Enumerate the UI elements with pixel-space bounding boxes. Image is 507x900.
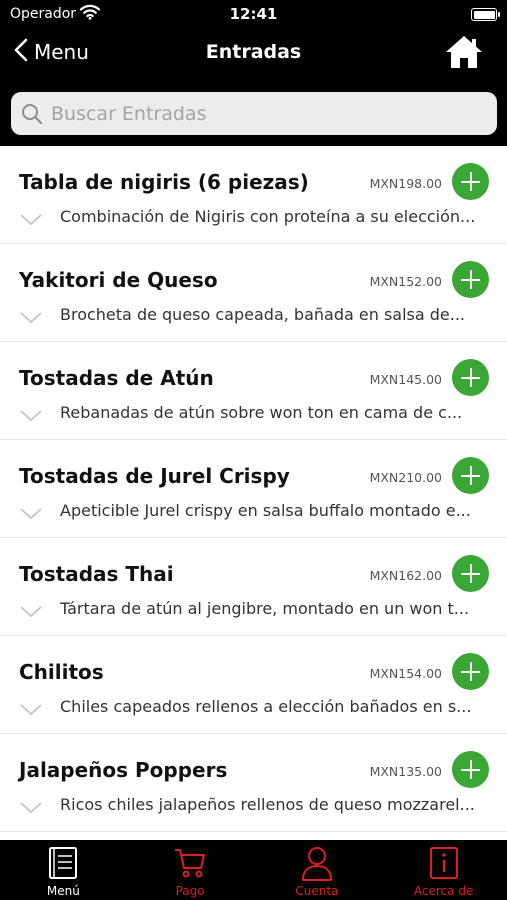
search-input[interactable] [49, 101, 483, 126]
item-price: MXN210.00 [369, 470, 442, 485]
add-to-cart-button[interactable] [452, 751, 489, 788]
item-name: Yakitori de Queso [19, 268, 218, 292]
battery-icon [471, 8, 500, 21]
info-icon [380, 846, 507, 880]
battery-fill [473, 10, 495, 19]
add-to-cart-button[interactable] [452, 555, 489, 592]
item-name: Tostadas Thai [19, 562, 174, 586]
chevron-down-icon[interactable] [20, 211, 42, 230]
item-price: MXN152.00 [369, 274, 442, 289]
item-price: MXN145.00 [369, 372, 442, 387]
item-name: Tostadas de Atún [19, 366, 214, 390]
item-description: Tártara de atún al jengibre, montado en … [60, 599, 470, 618]
menu-book-icon [0, 846, 127, 880]
chevron-down-icon[interactable] [20, 407, 42, 426]
tab-label: Cuenta [295, 884, 339, 898]
tab-menu[interactable]: Menú [0, 840, 127, 900]
cart-icon [127, 846, 254, 880]
menu-item[interactable]: Tostadas Thai MXN162.00 Tártara de atún … [0, 538, 507, 636]
home-button[interactable] [445, 34, 483, 74]
tab-label: Menú [46, 884, 80, 898]
menu-item[interactable]: Tabla de nigiris (6 piezas) MXN198.00 Co… [0, 146, 507, 244]
chevron-down-icon[interactable] [20, 309, 42, 328]
item-price: MXN162.00 [369, 568, 442, 583]
item-price: MXN135.00 [369, 764, 442, 779]
add-to-cart-button[interactable] [452, 359, 489, 396]
search-container [0, 80, 507, 146]
tab-label: Acerca de [413, 884, 474, 898]
back-button[interactable]: Menu [14, 38, 89, 66]
item-price: MXN154.00 [369, 666, 442, 681]
chevron-down-icon[interactable] [20, 799, 42, 818]
add-to-cart-button[interactable] [452, 163, 489, 200]
menu-item[interactable]: Tostadas de Jurel Crispy MXN210.00 Apeti… [0, 440, 507, 538]
item-name: Chilitos [19, 660, 104, 684]
chevron-down-icon[interactable] [20, 603, 42, 622]
chevron-left-icon [14, 38, 28, 66]
chevron-down-icon[interactable] [20, 505, 42, 524]
tab-bar: Menú Pago Cuenta Acerca de [0, 840, 507, 900]
status-bar: Operador 12:41 [0, 0, 507, 30]
navigation-bar: Menu Entradas [0, 30, 507, 80]
user-icon [254, 846, 381, 882]
item-description: Apeticible Jurel crispy en salsa buffalo… [60, 501, 471, 520]
menu-item[interactable]: Chilitos MXN154.00 Chiles capeados relle… [0, 636, 507, 734]
clock: 12:41 [229, 5, 278, 23]
home-icon [446, 36, 482, 68]
menu-item-list: Tabla de nigiris (6 piezas) MXN198.00 Co… [0, 146, 507, 840]
chevron-down-icon[interactable] [20, 701, 42, 720]
item-name: Tostadas de Jurel Crispy [19, 464, 290, 488]
menu-item[interactable]: Yakitori de Queso MXN152.00 Brocheta de … [0, 244, 507, 342]
tab-cuenta[interactable]: Cuenta [254, 840, 381, 900]
add-to-cart-button[interactable] [452, 261, 489, 298]
search-icon [21, 103, 43, 125]
back-button-label: Menu [34, 40, 89, 64]
search-bar[interactable] [11, 92, 497, 135]
tab-acerca-de[interactable]: Acerca de [380, 840, 507, 900]
item-price: MXN198.00 [369, 176, 442, 191]
add-to-cart-button[interactable] [452, 653, 489, 690]
item-description: Combinación de Nigiris con proteína a su… [60, 207, 476, 226]
item-name: Tabla de nigiris (6 piezas) [19, 170, 309, 194]
menu-item[interactable]: Jalapeños Poppers MXN135.00 Ricos chiles… [0, 734, 507, 832]
item-description: Chiles capeados rellenos a elección baña… [60, 697, 472, 716]
tab-label: Pago [175, 884, 205, 898]
item-description: Brocheta de queso capeada, bañada en sal… [60, 305, 466, 324]
item-description: Ricos chiles jalapeños rellenos de queso… [60, 795, 475, 814]
tab-pago[interactable]: Pago [127, 840, 254, 900]
menu-item[interactable]: Tostadas de Atún MXN145.00 Rebanadas de … [0, 342, 507, 440]
item-name: Jalapeños Poppers [19, 758, 228, 782]
item-description: Rebanadas de atún sobre won ton en cama … [60, 403, 463, 422]
add-to-cart-button[interactable] [452, 457, 489, 494]
